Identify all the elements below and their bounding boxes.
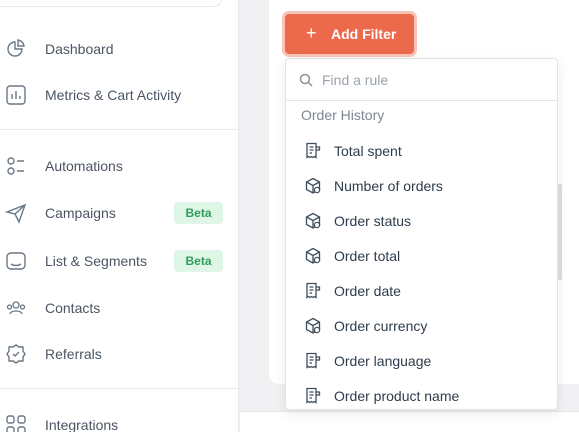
sidebar-item-label: List & Segments: [45, 253, 147, 269]
rule-item-order-status[interactable]: Order status: [286, 204, 557, 238]
sidebar-item-contacts[interactable]: Contacts: [0, 290, 239, 326]
sidebar-item-automations[interactable]: Automations: [0, 148, 239, 184]
plus-icon: +: [306, 23, 317, 43]
rule-item-order-date[interactable]: Order date: [286, 274, 557, 308]
receipt-icon: [306, 387, 321, 404]
sidebar-item-label: Metrics & Cart Activity: [45, 87, 182, 103]
receipt-icon: [306, 142, 321, 159]
sidebar: Dashboard Metrics & Cart Activity Automa…: [0, 0, 239, 432]
rule-search-input[interactable]: [322, 69, 542, 91]
sidebar-item-label: Automations: [45, 158, 123, 174]
rule-label: Order status: [334, 213, 412, 229]
box-icon: [305, 212, 321, 229]
automation-icon: [5, 155, 27, 177]
sidebar-item-integrations[interactable]: Integrations: [0, 407, 239, 432]
sidebar-item-dashboard[interactable]: Dashboard: [0, 31, 239, 67]
rule-label: Number of orders: [334, 178, 443, 194]
rule-label: Total spent: [334, 143, 402, 159]
rule-item-order-currency[interactable]: Order currency: [286, 309, 557, 343]
contacts-icon: [5, 297, 27, 319]
rule-item-order-product-name[interactable]: Order product name: [286, 379, 557, 409]
beta-badge: Beta: [174, 202, 223, 224]
rule-item-number-of-orders[interactable]: Number of orders: [286, 169, 557, 203]
add-filter-label: Add Filter: [331, 26, 397, 42]
receipt-icon: [306, 352, 321, 369]
box-icon: [305, 177, 321, 194]
receipt-icon: [306, 282, 321, 299]
rule-label: Order total: [334, 248, 401, 264]
sidebar-top-element: [0, 0, 222, 7]
sidebar-item-campaigns[interactable]: Campaigns Beta: [0, 195, 239, 231]
rule-item-order-total[interactable]: Order total: [286, 239, 557, 273]
footer-band: [240, 411, 579, 432]
referral-icon: [5, 343, 27, 365]
pie-chart-icon: [5, 38, 27, 60]
rule-label: Order language: [334, 353, 432, 369]
sidebar-item-label: Referrals: [45, 346, 102, 362]
send-icon: [5, 202, 27, 224]
sidebar-item-lists-segments[interactable]: List & Segments Beta: [0, 243, 239, 279]
rule-label: Order currency: [334, 318, 428, 334]
box-icon: [305, 317, 321, 334]
beta-badge: Beta: [174, 250, 223, 272]
dropdown-scrollbar[interactable]: [558, 184, 562, 280]
rule-search: [286, 59, 557, 101]
sidebar-divider: [0, 129, 239, 130]
sidebar-item-metrics[interactable]: Metrics & Cart Activity: [0, 77, 239, 113]
rule-dropdown: Order History Total spent Number of orde…: [285, 58, 558, 410]
sidebar-divider: [0, 388, 239, 389]
folder-icon: [5, 250, 27, 272]
integrations-icon: [5, 414, 27, 432]
rule-label: Order date: [334, 283, 401, 299]
sidebar-item-label: Dashboard: [45, 41, 114, 57]
rule-item-order-language[interactable]: Order language: [286, 344, 557, 378]
search-icon: [299, 73, 313, 87]
sidebar-item-referrals[interactable]: Referrals: [0, 336, 239, 372]
sidebar-item-label: Integrations: [45, 417, 119, 432]
group-title: Order History: [301, 107, 385, 123]
rule-label: Order product name: [334, 388, 460, 404]
sidebar-item-label: Contacts: [45, 300, 101, 316]
bar-chart-icon: [5, 84, 27, 106]
add-filter-button[interactable]: + Add Filter: [285, 14, 414, 54]
rule-item-total-spent[interactable]: Total spent: [286, 134, 557, 168]
box-icon: [305, 247, 321, 264]
sidebar-item-label: Campaigns: [45, 205, 116, 221]
